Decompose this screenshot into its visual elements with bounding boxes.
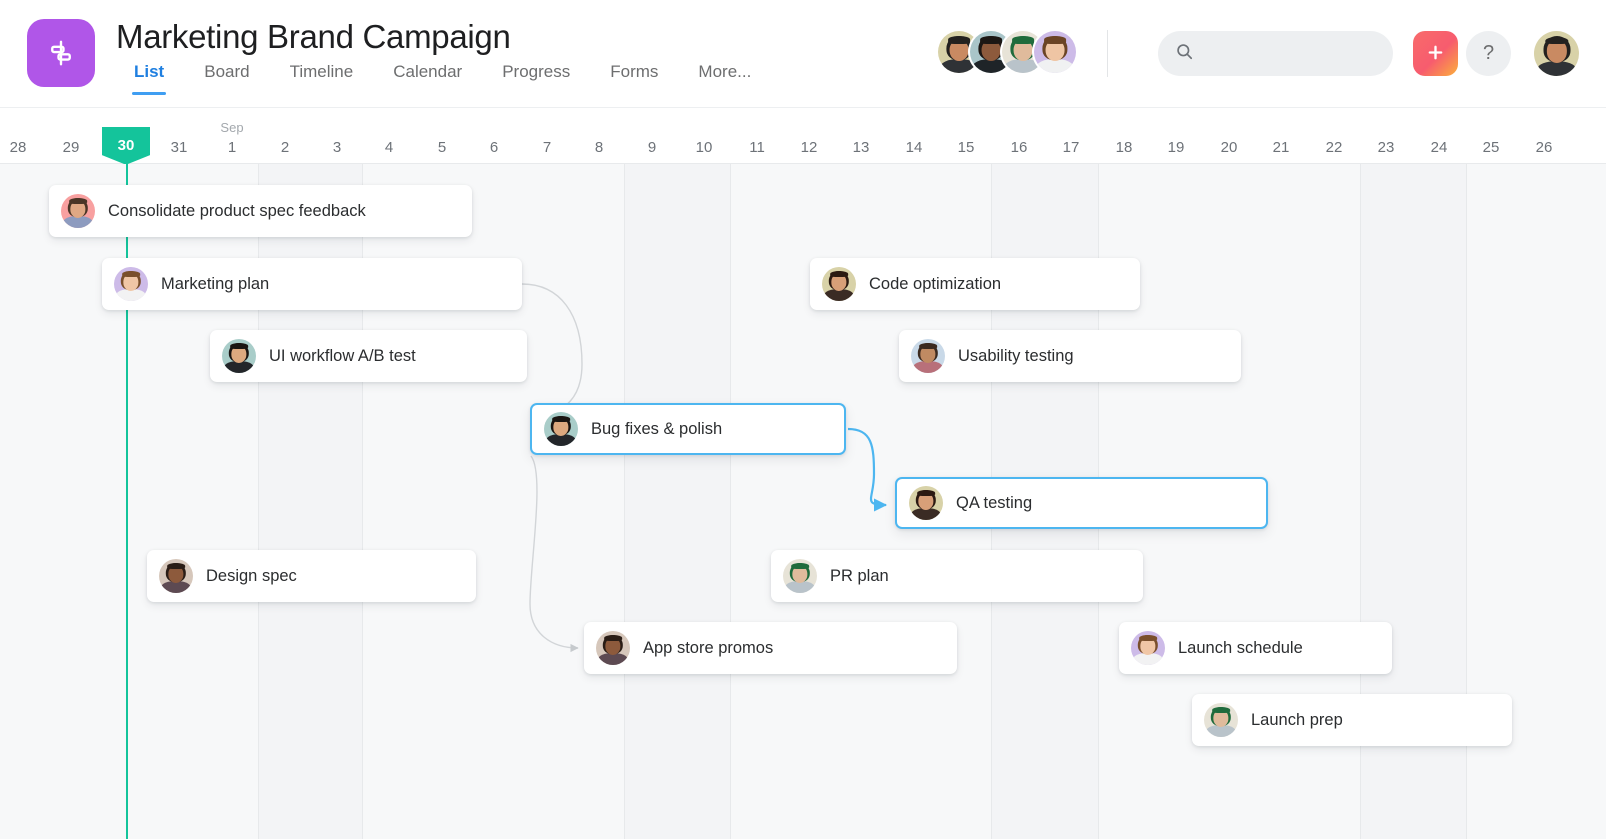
- date-cell: 28: [9, 139, 27, 156]
- view-tabs: List Board Timeline Calendar Progress Fo…: [114, 62, 771, 95]
- date-cell: 12: [800, 139, 818, 156]
- task-assignee-avatar: [1204, 703, 1238, 737]
- task-label: App store promos: [643, 638, 774, 657]
- task-assignee-avatar: [222, 339, 256, 373]
- task-assignee-avatar: [822, 267, 856, 301]
- task-assignee-avatar: [544, 412, 578, 446]
- task-assignee-avatar: [114, 267, 148, 301]
- task-card-consolidate-product-spec-feedback[interactable]: Consolidate product spec feedback: [49, 185, 472, 237]
- task-label: Launch prep: [1251, 710, 1343, 729]
- task-label: Consolidate product spec feedback: [108, 201, 366, 220]
- task-label: QA testing: [956, 493, 1033, 512]
- task-card-design-spec[interactable]: Design spec: [147, 550, 476, 602]
- date-cell: 21: [1272, 139, 1290, 156]
- date-cell: 25: [1482, 139, 1500, 156]
- task-label: UI workflow A/B test: [269, 346, 416, 365]
- date-cell: 17: [1062, 139, 1080, 156]
- page-title: Marketing Brand Campaign: [116, 18, 511, 55]
- task-assignee-avatar: [783, 559, 817, 593]
- date-cell: 7: [542, 139, 552, 156]
- task-card-usability-testing[interactable]: Usability testing: [899, 330, 1241, 382]
- date-cell: 6: [489, 139, 499, 156]
- plus-icon: [1425, 42, 1446, 66]
- task-label: Usability testing: [958, 346, 1074, 365]
- task-card-code-optimization[interactable]: Code optimization: [810, 258, 1140, 310]
- date-cell-today: 30: [102, 127, 150, 164]
- task-card-qa-testing[interactable]: QA testing: [895, 477, 1268, 529]
- date-cell: 31: [170, 139, 188, 156]
- task-label: Design spec: [206, 566, 297, 585]
- weekend-band: [624, 164, 730, 839]
- date-cell: 22: [1325, 139, 1343, 156]
- tab-more[interactable]: More...: [678, 62, 771, 95]
- date-cell: 23: [1377, 139, 1395, 156]
- timeline-grid[interactable]: Consolidate product spec feedback Marketi…: [0, 164, 1606, 839]
- date-cell: 13: [852, 139, 870, 156]
- task-assignee-avatar: [911, 339, 945, 373]
- project-logo[interactable]: [27, 19, 95, 87]
- timeline-date-header: Sep 28 29 30 31 1 2 3 4 5 6 7 8 9 10 11 12 13 14 15 16 17 18 1…: [0, 108, 1606, 164]
- dep-bug-fixes-to-qa-testing: [847, 427, 888, 512]
- date-cell: 19: [1167, 139, 1185, 156]
- search-box[interactable]: [1158, 31, 1393, 76]
- date-cell: 2: [280, 139, 290, 156]
- search-icon: [1175, 42, 1194, 66]
- current-user-avatar: [1534, 31, 1579, 76]
- app-header: Marketing Brand Campaign List Board Time…: [0, 0, 1606, 108]
- date-cell: 26: [1535, 139, 1553, 156]
- task-assignee-avatar: [909, 486, 943, 520]
- member-avatar-4: [1034, 31, 1076, 73]
- date-cell: 29: [62, 139, 80, 156]
- date-cell: 8: [594, 139, 604, 156]
- date-cell: 9: [647, 139, 657, 156]
- task-assignee-avatar: [596, 631, 630, 665]
- date-cell: 11: [749, 139, 765, 156]
- task-assignee-avatar: [61, 194, 95, 228]
- grid-line: [624, 164, 625, 839]
- task-assignee-avatar: [159, 559, 193, 593]
- date-cell: 4: [384, 139, 394, 156]
- question-mark-icon: ?: [1482, 42, 1495, 64]
- task-card-ui-workflow-ab-test[interactable]: UI workflow A/B test: [210, 330, 527, 382]
- date-cell: 24: [1430, 139, 1448, 156]
- date-cell: 1: [227, 139, 237, 156]
- date-cell: 16: [1010, 139, 1028, 156]
- task-card-launch-schedule[interactable]: Launch schedule: [1119, 622, 1392, 674]
- task-assignee-avatar: [1131, 631, 1165, 665]
- task-label: Launch schedule: [1178, 638, 1303, 657]
- date-cell: 14: [905, 139, 923, 156]
- dep-bug-fixes-to-app-store-promos: [529, 455, 579, 653]
- search-input[interactable]: [1202, 45, 1372, 62]
- task-card-bug-fixes-and-polish[interactable]: Bug fixes & polish: [530, 403, 846, 455]
- task-card-app-store-promos[interactable]: App store promos: [584, 622, 957, 674]
- project-members-avatars[interactable]: [938, 31, 1076, 73]
- task-label: Marketing plan: [161, 274, 270, 293]
- tab-forms[interactable]: Forms: [590, 62, 678, 95]
- task-card-marketing-plan[interactable]: Marketing plan: [102, 258, 522, 310]
- tab-list[interactable]: List: [114, 62, 184, 95]
- date-cell: 5: [437, 139, 447, 156]
- tab-progress[interactable]: Progress: [482, 62, 590, 95]
- date-cell: 18: [1115, 139, 1133, 156]
- task-label: Bug fixes & polish: [591, 419, 723, 438]
- add-button[interactable]: [1413, 31, 1458, 76]
- help-button[interactable]: ?: [1466, 31, 1511, 76]
- date-cell: 10: [695, 139, 713, 156]
- date-cell: 20: [1220, 139, 1238, 156]
- tab-timeline[interactable]: Timeline: [270, 62, 374, 95]
- date-cell: 3: [332, 139, 342, 156]
- task-card-launch-prep[interactable]: Launch prep: [1192, 694, 1512, 746]
- date-cell: 15: [957, 139, 975, 156]
- task-label: Code optimization: [869, 274, 1002, 293]
- tab-calendar[interactable]: Calendar: [373, 62, 482, 95]
- signpost-icon: [46, 38, 76, 68]
- task-card-pr-plan[interactable]: PR plan: [771, 550, 1143, 602]
- task-label: PR plan: [830, 566, 889, 585]
- month-label: Sep: [220, 120, 244, 135]
- user-avatar[interactable]: [1534, 31, 1579, 76]
- grid-line: [730, 164, 731, 839]
- header-divider: [1107, 30, 1108, 77]
- tab-board[interactable]: Board: [184, 62, 269, 95]
